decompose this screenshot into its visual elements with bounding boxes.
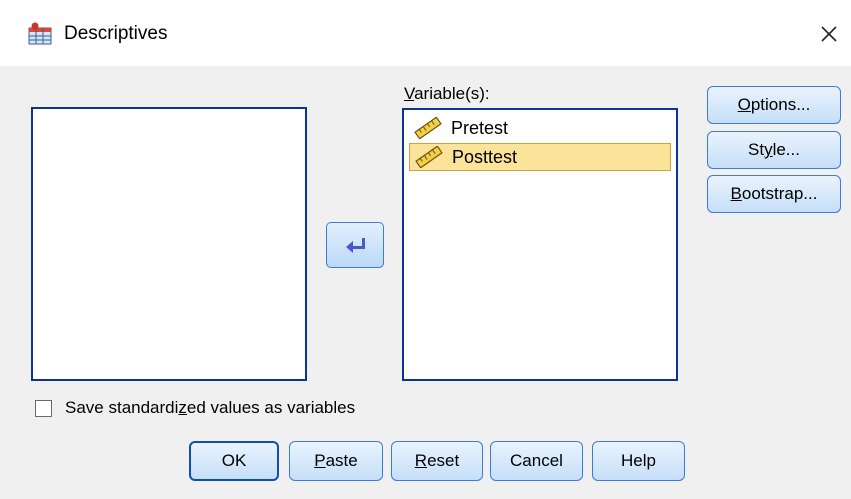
bootstrap-label: ootstrap... — [741, 184, 818, 203]
variables-list[interactable]: Pretest Posttest — [402, 108, 678, 381]
reset-mnemonic: R — [414, 451, 428, 470]
style-label-a: St — [748, 140, 765, 159]
ruler-icon — [415, 146, 443, 168]
reset-label: eset — [427, 451, 460, 470]
options-label: ptions... — [750, 95, 811, 114]
arrow-left-icon — [346, 238, 365, 253]
variables-label-mnemonic: V — [404, 84, 415, 103]
options-mnemonic: O — [737, 95, 751, 114]
variable-name: Posttest — [452, 146, 518, 167]
ok-button[interactable]: OK — [189, 441, 279, 481]
move-variable-button[interactable] — [326, 222, 384, 268]
paste-mnemonic: P — [314, 451, 326, 470]
spss-table-icon — [28, 22, 52, 45]
paste-label: aste — [325, 451, 358, 470]
paste-button[interactable]: Paste — [289, 441, 383, 481]
save-label-mnemonic: z — [178, 398, 187, 417]
close-button[interactable] — [807, 14, 851, 54]
cancel-button[interactable]: Cancel — [490, 441, 583, 481]
options-button[interactable]: Options... — [707, 86, 841, 124]
save-label-a: Save standardi — [65, 398, 179, 417]
style-mnemonic: y — [764, 140, 773, 159]
title-bar[interactable]: Descriptives — [0, 0, 851, 66]
save-standardized-checkbox[interactable] — [35, 399, 52, 417]
save-label-b: ed values as variables — [186, 398, 356, 417]
help-button[interactable]: Help — [592, 441, 685, 481]
window-title: Descriptives — [64, 23, 168, 44]
ruler-icon — [414, 117, 442, 139]
variable-item-posttest[interactable]: Posttest — [409, 143, 671, 171]
variables-label-text: ariable(s): — [414, 84, 490, 103]
style-label-b: le... — [772, 140, 800, 159]
reset-button[interactable]: Reset — [391, 441, 483, 481]
variable-name: Pretest — [451, 117, 509, 138]
variable-item-pretest[interactable]: Pretest — [409, 114, 671, 142]
bootstrap-mnemonic: B — [730, 184, 742, 203]
style-button[interactable]: Style... — [707, 131, 841, 169]
variables-label: Variable(s): — [404, 84, 490, 104]
close-icon — [821, 26, 837, 42]
bootstrap-button[interactable]: Bootstrap... — [707, 175, 841, 213]
save-standardized-label: Save standardized values as variables — [65, 398, 355, 418]
save-standardized-row[interactable]: Save standardized values as variables — [35, 398, 355, 418]
source-variable-list[interactable] — [31, 107, 307, 381]
